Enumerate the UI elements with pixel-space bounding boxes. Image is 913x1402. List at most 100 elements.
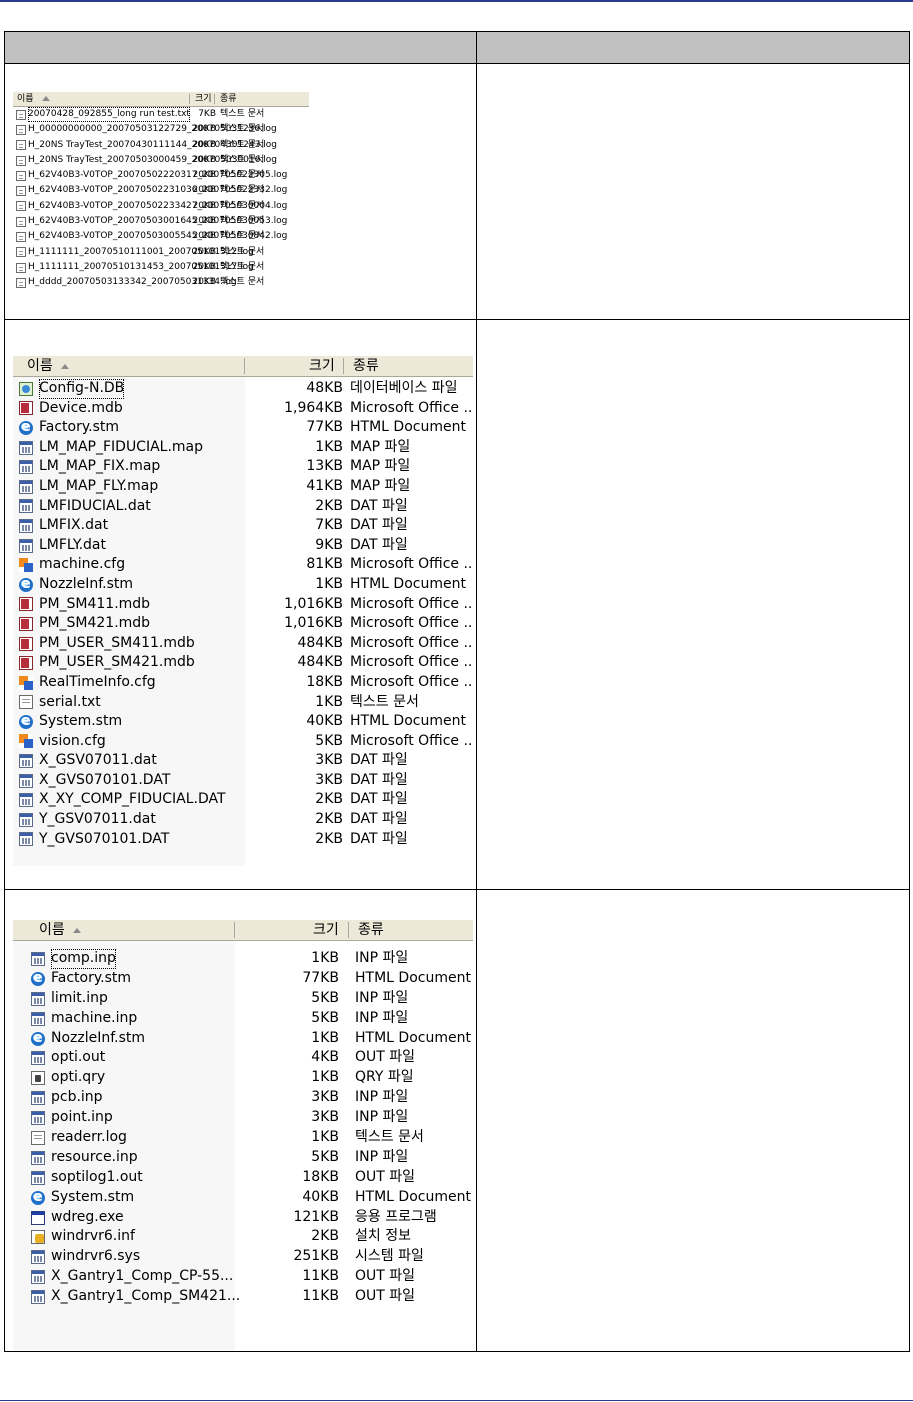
file-row[interactable]: H_62V40B3-V0TOP_20070503005545_200705030… <box>13 229 309 244</box>
generic-file-icon <box>31 1250 45 1265</box>
file-row[interactable]: LM_MAP_FLY.map 41KB MAP 파일 <box>13 477 473 497</box>
column-header-size[interactable]: 크기 <box>195 92 212 106</box>
file-row[interactable]: X_Gantry1_Comp_CP-55... 11KB OUT 파일 <box>13 1267 473 1287</box>
file-row[interactable]: Y_GVS070101.DAT 2KB DAT 파일 <box>13 830 473 850</box>
file-row[interactable]: machine.inp 5KB INP 파일 <box>13 1009 473 1029</box>
file-type: 텍스트 문서 <box>220 200 265 211</box>
file-row[interactable]: LMFIDUCIAL.dat 2KB DAT 파일 <box>13 497 473 517</box>
file-size: 20KB <box>192 277 216 288</box>
file-row[interactable]: machine.cfg 81KB Microsoft Office ... <box>13 555 473 575</box>
file-size: 7KB <box>315 517 343 534</box>
file-type: 설치 정보 <box>355 1228 411 1245</box>
file-row[interactable]: PM_USER_SM421.mdb 484KB Microsoft Office .… <box>13 653 473 673</box>
file-name: Device.mdb <box>39 399 123 416</box>
file-row[interactable]: PM_SM411.mdb 1,016KB Microsoft Office ... <box>13 595 473 615</box>
file-row[interactable]: LMFIX.dat 7KB DAT 파일 <box>13 516 473 536</box>
file-size: 1KB <box>311 1069 339 1086</box>
column-divider[interactable] <box>234 922 235 938</box>
file-row[interactable]: vision.cfg 5KB Microsoft Office ... <box>13 732 473 752</box>
file-row[interactable]: H_1111111_20070510111001_200705101312.lo… <box>13 245 309 260</box>
column-divider[interactable] <box>244 358 245 374</box>
file-row[interactable]: comp.inp 1KB INP 파일 <box>13 949 473 969</box>
screenshot-cell: 이름 크기 종류 comp.inp 1KB INP 파일 Factory.stm 77KB HT… <box>4 889 477 1352</box>
text-file-icon <box>16 247 26 258</box>
column-header-name[interactable]: 이름 <box>17 92 50 106</box>
file-size: 20KB <box>192 231 216 242</box>
file-row[interactable]: 20070428_092855_long run test.txt 7KB 텍스트 … <box>13 107 309 123</box>
column-header-type[interactable]: 종류 <box>220 92 237 106</box>
file-row[interactable]: NozzleInf.stm 1KB HTML Document <box>13 575 473 595</box>
file-size: 20KB <box>192 185 216 196</box>
file-row[interactable]: X_GVS070101.DAT 3KB DAT 파일 <box>13 771 473 791</box>
file-row[interactable]: System.stm 40KB HTML Document <box>13 1188 473 1208</box>
file-row[interactable]: Factory.stm 77KB HTML Document <box>13 969 473 989</box>
file-row[interactable]: serial.txt 1KB 텍스트 문서 <box>13 693 473 713</box>
file-row[interactable]: H_00000000000_20070503122729_20070503123… <box>13 122 309 137</box>
file-row[interactable]: Config-N.DB 48KB 데이터베이스 파일 <box>13 379 473 399</box>
file-row[interactable]: Device.mdb 1,964KB Microsoft Office ... <box>13 399 473 419</box>
column-header-name[interactable]: 이름 <box>39 920 81 940</box>
file-size: 18KB <box>302 1168 339 1185</box>
column-header-type[interactable]: 종류 <box>353 356 379 376</box>
access-icon <box>19 636 33 651</box>
column-header-size[interactable]: 크기 <box>309 356 335 376</box>
file-type: HTML Document <box>350 419 466 436</box>
file-row[interactable]: PM_USER_SM411.mdb 484KB Microsoft Office .… <box>13 634 473 654</box>
column-divider[interactable] <box>343 358 344 374</box>
file-row[interactable]: LM_MAP_FIDUCIAL.map 1KB MAP 파일 <box>13 438 473 458</box>
file-size: 3KB <box>315 771 343 788</box>
file-name: PM_USER_SM421.mdb <box>39 654 195 671</box>
file-row[interactable]: H_62V40B3-V0TOP_20070502231036_200705022… <box>13 183 309 198</box>
file-type: Microsoft Office ... <box>350 615 473 632</box>
setup-info-icon <box>31 1230 45 1245</box>
file-row[interactable]: H_20NS TrayTest_20070503000459_200705030… <box>13 153 309 168</box>
file-row[interactable]: Y_GSV07011.dat 2KB DAT 파일 <box>13 810 473 830</box>
file-row[interactable]: H_dddd_20070503133342_200705031334.log 20… <box>13 275 309 290</box>
column-header-size[interactable]: 크기 <box>313 920 339 940</box>
file-type: 데이터베이스 파일 <box>350 380 458 396</box>
file-row[interactable]: System.stm 40KB HTML Document <box>13 712 473 732</box>
access-icon <box>19 597 33 612</box>
file-row[interactable]: Factory.stm 77KB HTML Document <box>13 418 473 438</box>
text-file-icon <box>16 201 26 212</box>
file-size: 20KB <box>192 170 216 181</box>
file-row[interactable]: opti.qry 1KB QRY 파일 <box>13 1068 473 1088</box>
file-row[interactable]: H_20NS TrayTest_20070430111144_200704301… <box>13 138 309 153</box>
file-row[interactable]: limit.inp 5KB INP 파일 <box>13 989 473 1009</box>
file-row[interactable]: X_Gantry1_Comp_SM421... 11KB OUT 파일 <box>13 1287 473 1307</box>
file-row[interactable]: H_62V40B3-V0TOP_20070502220317_200705022… <box>13 168 309 183</box>
file-row[interactable]: LM_MAP_FIX.map 13KB MAP 파일 <box>13 457 473 477</box>
file-row[interactable]: H_62V40B3-V0TOP_20070502233427_200705030… <box>13 199 309 214</box>
column-header-name[interactable]: 이름 <box>27 356 69 376</box>
file-row[interactable]: windrvr6.inf 2KB 설치 정보 <box>13 1227 473 1247</box>
file-row[interactable]: PM_SM421.mdb 1,016KB Microsoft Office ... <box>13 614 473 634</box>
file-row[interactable]: resource.inp 5KB INP 파일 <box>13 1148 473 1168</box>
file-row[interactable]: LMFLY.dat 9KB DAT 파일 <box>13 536 473 556</box>
file-row[interactable]: X_GSV07011.dat 3KB DAT 파일 <box>13 751 473 771</box>
file-row[interactable]: wdreg.exe 121KB 응용 프로그램 <box>13 1208 473 1228</box>
file-name: PM_SM411.mdb <box>39 595 151 612</box>
file-name: windrvr6.inf <box>51 1228 135 1245</box>
file-row[interactable]: NozzleInf.stm 1KB HTML Document <box>13 1029 473 1049</box>
column-divider[interactable] <box>348 922 349 938</box>
file-row[interactable]: readerr.log 1KB 텍스트 문서 <box>13 1128 473 1148</box>
file-row[interactable]: H_62V40B3-V0TOP_20070503001645_200705030… <box>13 214 309 229</box>
file-row[interactable]: pcb.inp 3KB INP 파일 <box>13 1088 473 1108</box>
ie-icon <box>31 1188 45 1208</box>
file-row[interactable]: soptilog1.out 18KB OUT 파일 <box>13 1168 473 1188</box>
file-row[interactable]: H_1111111_20070510131453_200705101317.lo… <box>13 260 309 275</box>
file-row[interactable]: X_XY_COMP_FIDUCIAL.DAT 2KB DAT 파일 <box>13 790 473 810</box>
file-row[interactable]: RealTimeInfo.cfg 18KB Microsoft Office ... <box>13 673 473 693</box>
column-header-type[interactable]: 종류 <box>358 920 384 940</box>
file-type: 텍스트 문서 <box>355 1129 424 1146</box>
generic-file-icon <box>31 1270 45 1285</box>
column-divider[interactable] <box>189 94 190 104</box>
file-name: limit.inp <box>51 989 108 1006</box>
column-divider[interactable] <box>214 94 215 104</box>
generic-file-icon <box>19 440 33 455</box>
file-row[interactable]: point.inp 3KB INP 파일 <box>13 1108 473 1128</box>
file-row[interactable]: opti.out 4KB OUT 파일 <box>13 1048 473 1068</box>
generic-file-icon <box>19 479 33 494</box>
file-row[interactable]: windrvr6.sys 251KB 시스템 파일 <box>13 1247 473 1267</box>
access-icon <box>19 656 33 671</box>
